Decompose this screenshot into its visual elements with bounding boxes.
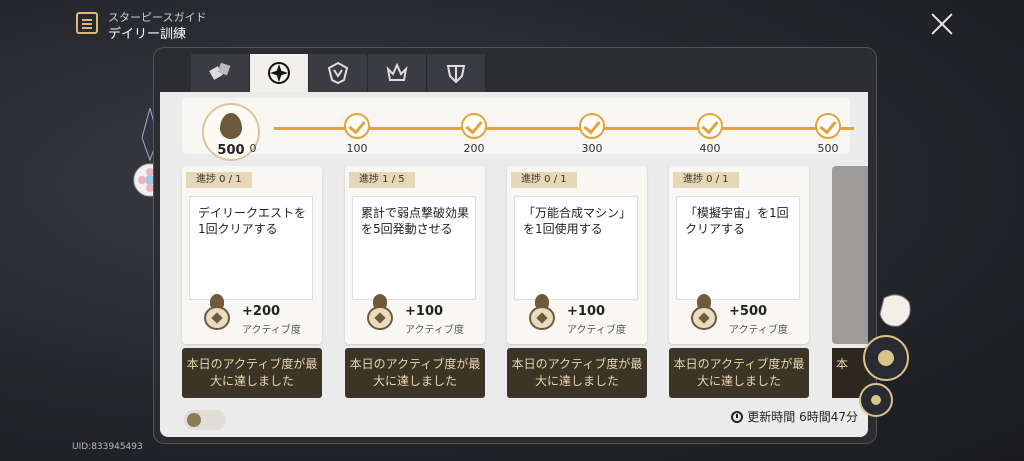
flower-ornament-icon	[859, 294, 911, 417]
tab-3[interactable]	[309, 54, 368, 92]
guide-book-icon	[76, 12, 98, 34]
activity-flame-icon	[220, 113, 242, 139]
daily-training-content: 500 0 100 200 300 400 500 進捗 0 / 1 デイリーク…	[160, 92, 868, 437]
activity-progress: 500 0 100 200 300 400 500	[182, 98, 854, 161]
milestone-check-icon[interactable]	[579, 113, 605, 139]
user-id: UID:833945493	[72, 442, 143, 452]
reward-amount: +500	[729, 304, 768, 319]
tick-label: 100	[346, 142, 368, 155]
task-description-box: 「万能合成マシン」を1回使用する	[514, 196, 638, 300]
crown-emblem-icon	[386, 62, 408, 81]
activity-token-icon	[202, 294, 232, 330]
tab-2[interactable]	[250, 54, 309, 92]
tick-label: 500	[817, 142, 839, 155]
task-card[interactable]: 進捗 1 / 5 累計で弱点撃破効果を5回発動させる +100 アクティブ度 本…	[345, 166, 485, 398]
task-description-box: 「模擬宇宙」を1回クリアする	[676, 196, 800, 300]
task-description-box: 累計で弱点撃破効果を5回発動させる	[352, 196, 476, 300]
tab-4[interactable]	[368, 54, 427, 92]
clock-icon	[731, 410, 744, 423]
reward-unit: アクティブ度	[242, 325, 301, 336]
task-progress-badge: 進捗 0 / 1	[673, 172, 739, 188]
reward-unit: アクティブ度	[567, 325, 626, 336]
tab-1[interactable]	[191, 54, 250, 92]
tab-5[interactable]	[427, 54, 486, 92]
task-status: 本日のアクティブ度が最大に達しました	[507, 348, 647, 398]
task-status: 本日のアクティブ度が最大に達しました	[669, 348, 809, 398]
milestone-check-icon[interactable]	[815, 113, 841, 139]
task-status: 本日のアクティブ度が最大に達しました	[182, 348, 322, 398]
task-card-body: 進捗 0 / 1 デイリークエストを1回クリアする +200 アクティブ度	[182, 166, 322, 344]
tick-label: 400	[699, 142, 721, 155]
task-card-body: 進捗 1 / 5 累計で弱点撃破効果を5回発動させる +100 アクティブ度	[345, 166, 485, 344]
reward-amount: +100	[567, 304, 606, 319]
blocks-icon	[209, 62, 231, 80]
reward-unit: アクティブ度	[729, 325, 788, 336]
view-toggle[interactable]	[184, 410, 226, 430]
task-card[interactable]: 進捗 0 / 1 デイリークエストを1回クリアする +200 アクティブ度 本日…	[182, 166, 322, 398]
task-description: 「模擬宇宙」を1回クリアする	[685, 206, 789, 236]
milestone-check-icon[interactable]	[461, 113, 487, 139]
milestone-check-icon[interactable]	[344, 113, 370, 139]
task-card-body: 進捗 0 / 1 「万能合成マシン」を1回使用する +100 アクティブ度	[507, 166, 647, 344]
reward-amount: +100	[405, 304, 444, 319]
reward-amount: +200	[242, 304, 281, 319]
tick-label: 200	[463, 142, 485, 155]
task-status: 本日のアクティブ度が最大に達しました	[345, 348, 485, 398]
tick-label: 300	[581, 142, 603, 155]
helmet-emblem-icon	[446, 65, 466, 84]
task-description: デイリークエストを1回クリアする	[198, 206, 307, 236]
activity-token-icon	[527, 294, 557, 330]
task-card[interactable]: 進捗 0 / 1 「模擬宇宙」を1回クリアする +500 アクティブ度 本日のア…	[669, 166, 809, 398]
task-progress-badge: 進捗 1 / 5	[349, 172, 415, 188]
shield-emblem-icon	[327, 61, 349, 85]
milestone-check-icon[interactable]	[697, 113, 723, 139]
activity-token-icon	[365, 294, 395, 330]
task-progress-badge: 進捗 0 / 1	[186, 172, 252, 188]
refresh-text: 更新時間 6時間47分	[747, 410, 858, 424]
category-tabs	[191, 54, 486, 92]
activity-token-icon	[689, 294, 719, 330]
task-description: 累計で弱点撃破効果を5回発動させる	[361, 206, 470, 236]
task-card[interactable]: 進捗 0 / 1 「万能合成マシン」を1回使用する +100 アクティブ度 本日…	[507, 166, 647, 398]
task-description: 「万能合成マシン」を1回使用する	[523, 206, 632, 236]
reward-unit: アクティブ度	[405, 325, 464, 336]
close-icon[interactable]	[928, 10, 956, 38]
tick-label: 0	[249, 142, 257, 155]
task-description-box: デイリークエストを1回クリアする	[189, 196, 313, 300]
refresh-timer: 更新時間 6時間47分	[731, 408, 858, 425]
task-card-body: 進捗 0 / 1 「模擬宇宙」を1回クリアする +500 アクティブ度	[669, 166, 809, 344]
page-title: デイリー訓練	[108, 27, 187, 42]
cross-emblem-icon	[268, 62, 290, 84]
task-progress-badge: 進捗 0 / 1	[511, 172, 577, 188]
